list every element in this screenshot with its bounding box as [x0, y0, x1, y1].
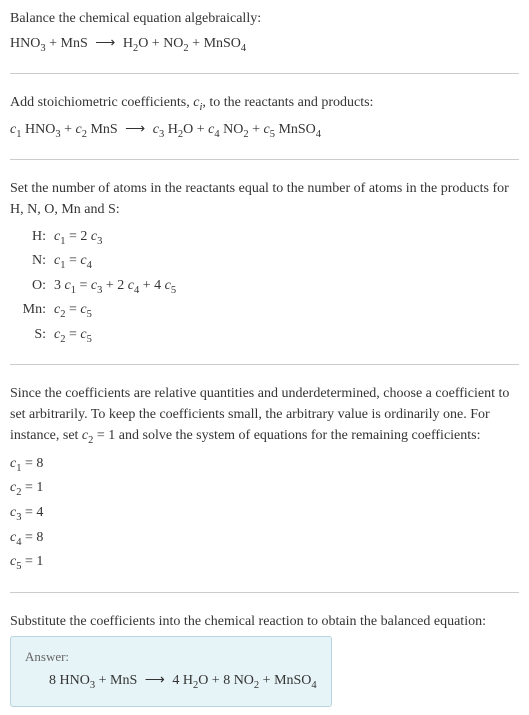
- list-item: c1 = 8: [10, 453, 519, 477]
- atom-label: Mn:: [16, 299, 46, 320]
- text: 3: [54, 278, 65, 293]
- section-atom-balance: Set the number of atoms in the reactants…: [10, 178, 519, 366]
- text: +: [249, 122, 264, 137]
- prompt-text: Set the number of atoms in the reactants…: [10, 178, 519, 220]
- atom-equation: c1 = c4: [54, 250, 92, 274]
- atom-equation: c2 = c5: [54, 299, 92, 323]
- section-answer: Substitute the coefficients into the che…: [10, 611, 519, 707]
- reactant: HNO: [10, 36, 40, 51]
- subscript: 4: [316, 129, 321, 140]
- unbalanced-equation: HNO3 + MnS ⟶ H2O + NO2 + MnSO4: [10, 33, 519, 57]
- balanced-equation: 8 HNO3 + MnS ⟶ 4 H2O + 8 NO2 + MnSO4: [49, 670, 317, 694]
- atom-equation: 3 c1 = c3 + 2 c4 + 4 c5: [54, 275, 176, 299]
- table-row: H: c1 = 2 c3: [16, 226, 519, 250]
- text: 8 HNO: [49, 673, 90, 688]
- arrow-icon: ⟶: [145, 670, 165, 691]
- text: = 1: [21, 554, 43, 569]
- text: =: [65, 327, 80, 342]
- prompt-text: Substitute the coefficients into the che…: [10, 611, 519, 632]
- text: O +: [183, 122, 208, 137]
- text: =: [65, 302, 80, 317]
- text: + MnSO: [259, 673, 311, 688]
- coefficient-list: c1 = 8 c2 = 1 c3 = 4 c4 = 8 c5 = 1: [10, 453, 519, 575]
- atom-equation: c2 = c5: [54, 324, 92, 348]
- section-problem: Balance the chemical equation algebraica…: [10, 8, 519, 74]
- text: = 8: [21, 456, 43, 471]
- subscript: 5: [87, 334, 92, 345]
- species: MnSO: [275, 122, 316, 137]
- subscript: 4: [311, 680, 316, 691]
- list-item: c5 = 1: [10, 551, 519, 575]
- subscript: 4: [87, 260, 92, 271]
- text: =: [76, 278, 91, 293]
- prompt-text: Balance the chemical equation algebraica…: [10, 8, 519, 29]
- atom-balance-table: H: c1 = 2 c3 N: c1 = c4 O: 3 c1 = c3 + 2…: [16, 226, 519, 348]
- species: H: [164, 122, 178, 137]
- section-stoichiometric: Add stoichiometric coefficients, ci, to …: [10, 92, 519, 160]
- species: HNO: [21, 122, 55, 137]
- text: 4 H: [169, 673, 193, 688]
- text: + MnS: [46, 36, 92, 51]
- table-row: S: c2 = c5: [16, 324, 519, 348]
- subscript: 5: [171, 285, 176, 296]
- list-item: c3 = 4: [10, 502, 519, 526]
- atom-label: S:: [16, 324, 46, 345]
- text: =: [65, 253, 80, 268]
- species: NO: [220, 122, 244, 137]
- prompt-text: Add stoichiometric coefficients, ci, to …: [10, 92, 519, 116]
- section-solve: Since the coefficients are relative quan…: [10, 383, 519, 592]
- list-item: c4 = 8: [10, 527, 519, 551]
- list-item: c2 = 1: [10, 477, 519, 501]
- table-row: Mn: c2 = c5: [16, 299, 519, 323]
- arrow-icon: ⟶: [95, 33, 115, 54]
- species: MnS: [87, 122, 121, 137]
- arrow-icon: ⟶: [125, 119, 145, 140]
- text: + MnS: [95, 673, 141, 688]
- text: = 1 and solve the system of equations fo…: [93, 428, 480, 443]
- subscript: 3: [97, 235, 102, 246]
- answer-label: Answer:: [25, 647, 317, 667]
- text: +: [61, 122, 76, 137]
- text: + 2: [102, 278, 127, 293]
- answer-box: Answer: 8 HNO3 + MnS ⟶ 4 H2O + 8 NO2 + M…: [10, 636, 332, 707]
- text: O + 8 NO: [198, 673, 254, 688]
- subscript: 5: [87, 309, 92, 320]
- atom-label: N:: [16, 250, 46, 271]
- table-row: N: c1 = c4: [16, 250, 519, 274]
- product: O + NO: [138, 36, 183, 51]
- coefficient-equation: c1 HNO3 + c2 MnS ⟶ c3 H2O + c4 NO2 + c5 …: [10, 119, 519, 143]
- text: = 1: [21, 480, 43, 495]
- atom-equation: c1 = 2 c3: [54, 226, 102, 250]
- text: = 2: [65, 229, 90, 244]
- atom-label: O:: [16, 275, 46, 296]
- text: = 8: [21, 530, 43, 545]
- text: Add stoichiometric coefficients,: [10, 95, 193, 110]
- product: + MnSO: [189, 36, 241, 51]
- text: = 4: [21, 505, 43, 520]
- prompt-text: Since the coefficients are relative quan…: [10, 383, 519, 449]
- text: , to the reactants and products:: [202, 95, 373, 110]
- atom-label: H:: [16, 226, 46, 247]
- table-row: O: 3 c1 = c3 + 2 c4 + 4 c5: [16, 275, 519, 299]
- subscript: 4: [241, 43, 246, 54]
- text: + 4: [139, 278, 164, 293]
- product: H: [119, 36, 133, 51]
